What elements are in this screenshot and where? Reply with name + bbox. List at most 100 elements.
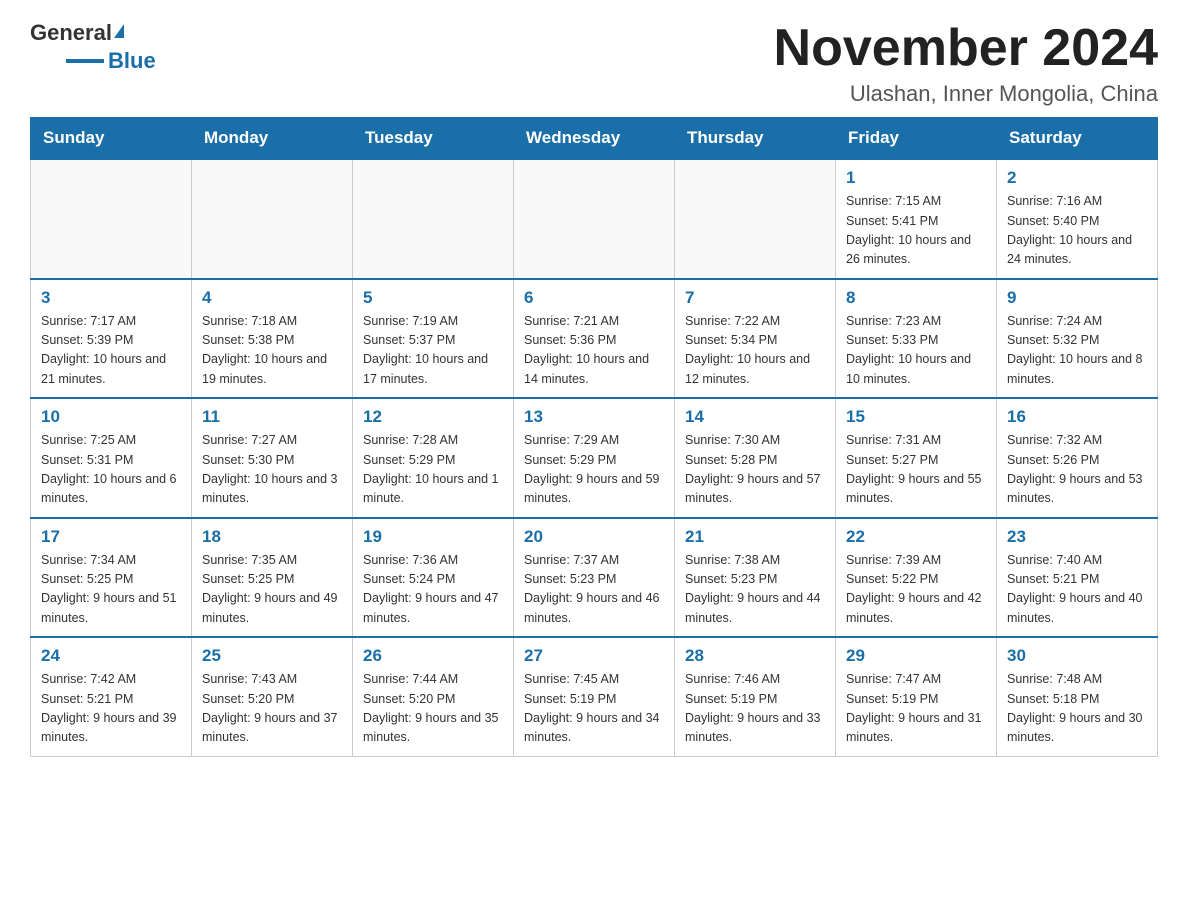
day-info: Sunrise: 7:43 AM Sunset: 5:20 PM Dayligh… — [202, 670, 342, 748]
day-number: 8 — [846, 288, 986, 308]
weekday-header-tuesday: Tuesday — [353, 118, 514, 160]
day-number: 12 — [363, 407, 503, 427]
calendar-cell: 13 Sunrise: 7:29 AM Sunset: 5:29 PM Dayli… — [514, 398, 675, 518]
day-number: 15 — [846, 407, 986, 427]
day-number: 6 — [524, 288, 664, 308]
calendar-cell: 28 Sunrise: 7:46 AM Sunset: 5:19 PM Dayli… — [675, 637, 836, 756]
logo: General Blue — [30, 20, 156, 74]
calendar-cell: 30 Sunrise: 7:48 AM Sunset: 5:18 PM Dayli… — [997, 637, 1158, 756]
calendar-cell: 12 Sunrise: 7:28 AM Sunset: 5:29 PM Dayli… — [353, 398, 514, 518]
day-number: 21 — [685, 527, 825, 547]
day-info: Sunrise: 7:30 AM Sunset: 5:28 PM Dayligh… — [685, 431, 825, 509]
day-info: Sunrise: 7:40 AM Sunset: 5:21 PM Dayligh… — [1007, 551, 1147, 629]
day-info: Sunrise: 7:17 AM Sunset: 5:39 PM Dayligh… — [41, 312, 181, 390]
location-title: Ulashan, Inner Mongolia, China — [774, 81, 1158, 107]
calendar-cell — [31, 159, 192, 279]
day-info: Sunrise: 7:45 AM Sunset: 5:19 PM Dayligh… — [524, 670, 664, 748]
calendar-cell: 10 Sunrise: 7:25 AM Sunset: 5:31 PM Dayli… — [31, 398, 192, 518]
calendar-table: SundayMondayTuesdayWednesdayThursdayFrid… — [30, 117, 1158, 757]
calendar-cell — [675, 159, 836, 279]
calendar-cell — [514, 159, 675, 279]
day-number: 10 — [41, 407, 181, 427]
day-number: 17 — [41, 527, 181, 547]
logo-blue: Blue — [108, 48, 156, 74]
calendar-week-2: 3Sunrise: 7:17 AM Sunset: 5:39 PM Daylig… — [31, 279, 1158, 399]
day-info: Sunrise: 7:21 AM Sunset: 5:36 PM Dayligh… — [524, 312, 664, 390]
day-info: Sunrise: 7:16 AM Sunset: 5:40 PM Dayligh… — [1007, 192, 1147, 270]
day-info: Sunrise: 7:37 AM Sunset: 5:23 PM Dayligh… — [524, 551, 664, 629]
day-info: Sunrise: 7:22 AM Sunset: 5:34 PM Dayligh… — [685, 312, 825, 390]
calendar-week-3: 10 Sunrise: 7:25 AM Sunset: 5:31 PM Dayli… — [31, 398, 1158, 518]
calendar-cell: 2 Sunrise: 7:16 AM Sunset: 5:40 PM Daylig… — [997, 159, 1158, 279]
logo-line: Blue — [30, 48, 156, 74]
day-number: 20 — [524, 527, 664, 547]
day-info: Sunrise: 7:36 AM Sunset: 5:24 PM Dayligh… — [363, 551, 503, 629]
day-number: 9 — [1007, 288, 1147, 308]
calendar-cell: 5 Sunrise: 7:19 AM Sunset: 5:37 PM Daylig… — [353, 279, 514, 399]
calendar-cell: 1Sunrise: 7:15 AM Sunset: 5:41 PM Daylig… — [836, 159, 997, 279]
weekday-header-wednesday: Wednesday — [514, 118, 675, 160]
month-title: November 2024 — [774, 20, 1158, 77]
calendar-week-5: 24 Sunrise: 7:42 AM Sunset: 5:21 PM Dayli… — [31, 637, 1158, 756]
calendar-cell: 16Sunrise: 7:32 AM Sunset: 5:26 PM Dayli… — [997, 398, 1158, 518]
logo-bar — [66, 59, 104, 63]
weekday-header-friday: Friday — [836, 118, 997, 160]
calendar-cell: 4Sunrise: 7:18 AM Sunset: 5:38 PM Daylig… — [192, 279, 353, 399]
day-info: Sunrise: 7:48 AM Sunset: 5:18 PM Dayligh… — [1007, 670, 1147, 748]
logo-text: General — [30, 20, 124, 46]
calendar-cell: 7 Sunrise: 7:22 AM Sunset: 5:34 PM Daylig… — [675, 279, 836, 399]
day-info: Sunrise: 7:29 AM Sunset: 5:29 PM Dayligh… — [524, 431, 664, 509]
weekday-header-sunday: Sunday — [31, 118, 192, 160]
calendar-cell: 19Sunrise: 7:36 AM Sunset: 5:24 PM Dayli… — [353, 518, 514, 638]
day-info: Sunrise: 7:34 AM Sunset: 5:25 PM Dayligh… — [41, 551, 181, 629]
day-number: 18 — [202, 527, 342, 547]
calendar-cell — [192, 159, 353, 279]
calendar-cell: 22 Sunrise: 7:39 AM Sunset: 5:22 PM Dayli… — [836, 518, 997, 638]
calendar-cell: 17 Sunrise: 7:34 AM Sunset: 5:25 PM Dayli… — [31, 518, 192, 638]
calendar-cell: 25 Sunrise: 7:43 AM Sunset: 5:20 PM Dayli… — [192, 637, 353, 756]
day-number: 16 — [1007, 407, 1147, 427]
day-number: 28 — [685, 646, 825, 666]
title-area: November 2024 Ulashan, Inner Mongolia, C… — [774, 20, 1158, 107]
day-number: 7 — [685, 288, 825, 308]
day-number: 24 — [41, 646, 181, 666]
day-number: 13 — [524, 407, 664, 427]
calendar-cell: 3Sunrise: 7:17 AM Sunset: 5:39 PM Daylig… — [31, 279, 192, 399]
day-number: 25 — [202, 646, 342, 666]
day-info: Sunrise: 7:18 AM Sunset: 5:38 PM Dayligh… — [202, 312, 342, 390]
day-info: Sunrise: 7:28 AM Sunset: 5:29 PM Dayligh… — [363, 431, 503, 509]
page-header: General Blue November 2024 Ulashan, Inne… — [30, 20, 1158, 107]
day-number: 27 — [524, 646, 664, 666]
calendar-week-4: 17 Sunrise: 7:34 AM Sunset: 5:25 PM Dayli… — [31, 518, 1158, 638]
day-number: 22 — [846, 527, 986, 547]
day-info: Sunrise: 7:15 AM Sunset: 5:41 PM Dayligh… — [846, 192, 986, 270]
calendar-cell: 15Sunrise: 7:31 AM Sunset: 5:27 PM Dayli… — [836, 398, 997, 518]
logo-general: General — [30, 20, 112, 46]
day-number: 29 — [846, 646, 986, 666]
day-info: Sunrise: 7:47 AM Sunset: 5:19 PM Dayligh… — [846, 670, 986, 748]
calendar-cell: 14 Sunrise: 7:30 AM Sunset: 5:28 PM Dayli… — [675, 398, 836, 518]
calendar-cell: 29 Sunrise: 7:47 AM Sunset: 5:19 PM Dayli… — [836, 637, 997, 756]
calendar-cell: 23 Sunrise: 7:40 AM Sunset: 5:21 PM Dayli… — [997, 518, 1158, 638]
day-info: Sunrise: 7:27 AM Sunset: 5:30 PM Dayligh… — [202, 431, 342, 509]
calendar-week-1: 1Sunrise: 7:15 AM Sunset: 5:41 PM Daylig… — [31, 159, 1158, 279]
day-number: 26 — [363, 646, 503, 666]
calendar-cell: 24 Sunrise: 7:42 AM Sunset: 5:21 PM Dayli… — [31, 637, 192, 756]
day-info: Sunrise: 7:35 AM Sunset: 5:25 PM Dayligh… — [202, 551, 342, 629]
calendar-cell: 21 Sunrise: 7:38 AM Sunset: 5:23 PM Dayli… — [675, 518, 836, 638]
weekday-header-row: SundayMondayTuesdayWednesdayThursdayFrid… — [31, 118, 1158, 160]
day-number: 23 — [1007, 527, 1147, 547]
calendar-cell: 11Sunrise: 7:27 AM Sunset: 5:30 PM Dayli… — [192, 398, 353, 518]
day-number: 14 — [685, 407, 825, 427]
weekday-header-saturday: Saturday — [997, 118, 1158, 160]
day-number: 2 — [1007, 168, 1147, 188]
day-info: Sunrise: 7:42 AM Sunset: 5:21 PM Dayligh… — [41, 670, 181, 748]
day-info: Sunrise: 7:39 AM Sunset: 5:22 PM Dayligh… — [846, 551, 986, 629]
day-info: Sunrise: 7:19 AM Sunset: 5:37 PM Dayligh… — [363, 312, 503, 390]
day-info: Sunrise: 7:46 AM Sunset: 5:19 PM Dayligh… — [685, 670, 825, 748]
calendar-cell: 18 Sunrise: 7:35 AM Sunset: 5:25 PM Dayli… — [192, 518, 353, 638]
day-number: 5 — [363, 288, 503, 308]
day-info: Sunrise: 7:25 AM Sunset: 5:31 PM Dayligh… — [41, 431, 181, 509]
day-info: Sunrise: 7:38 AM Sunset: 5:23 PM Dayligh… — [685, 551, 825, 629]
day-number: 30 — [1007, 646, 1147, 666]
